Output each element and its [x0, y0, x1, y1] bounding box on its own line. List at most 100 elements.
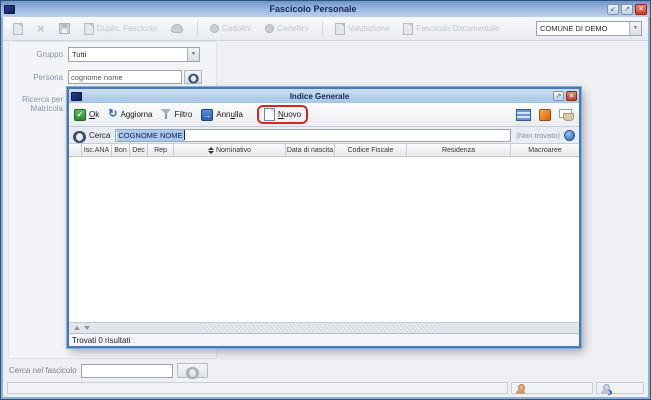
aggiorna-button[interactable]: ↻ Aggiorna: [108, 109, 152, 120]
delete-button[interactable]: ×: [37, 22, 45, 35]
dialog-window-controls: ↗ ×: [553, 91, 577, 101]
scrollbar-track[interactable]: [203, 325, 440, 332]
cerca-input[interactable]: COGNOME NOME: [115, 128, 512, 142]
persona-label: Persona: [33, 73, 63, 82]
new-document-icon: [263, 108, 275, 121]
horizontal-scrollbar: [69, 322, 579, 333]
persona-search-button[interactable]: [184, 70, 202, 84]
text-caret: [183, 130, 185, 140]
cartellini-button[interactable]: Cartellini: [264, 24, 309, 33]
toolbar-separator: [197, 21, 199, 36]
dialog-titlebar: Indice Generale ↗ ×: [69, 89, 579, 103]
fascicolo-documentale-button[interactable]: Fascicolo Documentale: [403, 22, 500, 35]
ente-combobox[interactable]: COMUNE DI DEMO ▼: [536, 21, 642, 36]
column-header-data-di-nascita[interactable]: Data di nascita: [286, 144, 335, 156]
duplica-fascicolo-label: Duplic. Fascicolo: [96, 24, 158, 33]
main-titlebar: Fascicolo Personale ↙ ↗ ×: [1, 1, 650, 17]
minimize-icon[interactable]: ↙: [607, 3, 619, 15]
column-header-rep[interactable]: Rep: [148, 144, 174, 156]
arrow-icon: →: [201, 108, 214, 121]
hand-card-icon[interactable]: [559, 108, 574, 121]
cerca-nel-fascicolo-button[interactable]: [176, 363, 208, 379]
column-header-codice-fiscale[interactable]: Codice Fiscale: [335, 144, 407, 156]
duplica-fascicolo-button[interactable]: Duplic. Fascicolo: [83, 22, 158, 35]
cerca-nel-fascicolo-input[interactable]: [80, 363, 173, 378]
check-icon: ✓: [74, 108, 86, 121]
toolbar-separator: [322, 21, 324, 36]
refresh-icon: ↻: [108, 108, 118, 120]
restore-icon[interactable]: ↗: [621, 3, 633, 15]
status-badge: [607, 389, 612, 395]
column-header-nominativo[interactable]: Nominativo: [174, 144, 286, 156]
restore-icon[interactable]: ↗: [553, 91, 564, 101]
save-button[interactable]: [58, 23, 70, 34]
column-header-blank[interactable]: [69, 144, 82, 156]
nuovo-button[interactable]: Nuovo: [256, 105, 309, 124]
ente-combobox-value: COMUNE DI DEMO: [540, 24, 608, 33]
scroll-down-icon[interactable]: [84, 326, 90, 330]
results-count-text: Trovati 0 risultati: [72, 335, 131, 345]
scroll-up-icon[interactable]: [74, 326, 80, 330]
user-icon: [516, 383, 525, 394]
gruppo-combobox[interactable]: Tutti ▼: [68, 47, 200, 62]
valutazione-button[interactable]: Valutazione: [335, 22, 390, 35]
valutazione-icon: [335, 22, 346, 35]
footer-search-row: Cerca nel fascicolo: [9, 363, 208, 379]
persona-input[interactable]: [68, 70, 182, 84]
cedolini-button[interactable]: Cedolini: [210, 24, 251, 33]
new-fascicolo-button[interactable]: [13, 22, 23, 35]
not-found-status: (Non trovato): [516, 130, 560, 140]
stamp-button[interactable]: [171, 24, 184, 33]
main-window: Fascicolo Personale ↙ ↗ × × Duplic. Fasc…: [0, 0, 651, 400]
close-icon[interactable]: ×: [635, 3, 647, 15]
cartellini-label: Cartellini: [276, 24, 309, 33]
sort-icon: [207, 146, 214, 154]
annulla-button[interactable]: → Annulla: [201, 108, 243, 121]
fascicolo-documentale-icon: [403, 22, 414, 35]
ok-button[interactable]: ✓ Ok: [74, 108, 99, 121]
chevron-down-icon[interactable]: ▼: [629, 22, 641, 35]
grid-view-icon[interactable]: [516, 108, 531, 121]
column-header-dec[interactable]: Dec: [130, 144, 148, 156]
cerca-input-selected-text: COGNOME NOME: [117, 129, 184, 141]
app-icon: [4, 4, 15, 14]
binoculars-icon: [187, 73, 199, 84]
gruppo-label: Gruppo: [36, 50, 63, 59]
dialog-statusbar: Trovati 0 risultati: [69, 333, 579, 346]
main-statusbar: [5, 381, 646, 395]
cedolini-icon: [210, 24, 220, 33]
filter-icon: [161, 109, 172, 120]
export-cube-icon[interactable]: [539, 108, 551, 121]
column-header-macroaree[interactable]: Macroaree: [511, 144, 579, 156]
cedolini-label: Cedolini: [222, 24, 251, 33]
chevron-down-icon[interactable]: ▼: [187, 48, 199, 61]
duplicate-icon: [83, 22, 94, 35]
stamp-icon: [171, 24, 184, 33]
column-header-residenza[interactable]: Residenza: [407, 144, 511, 156]
column-header-isc-ana[interactable]: Isc.ANA: [82, 144, 112, 156]
gruppo-combobox-value: Tutti: [72, 50, 87, 59]
dialog-title: Indice Generale: [289, 91, 350, 101]
close-icon[interactable]: ×: [566, 91, 577, 101]
statusbar-segment-user: [511, 382, 593, 394]
document-icon: [13, 22, 23, 35]
dialog-search-row: Cerca COGNOME NOME (Non trovato): [69, 127, 579, 144]
save-icon: [58, 23, 70, 34]
main-toolbar: × Duplic. Fascicolo Cedolini Cartellini …: [3, 17, 648, 41]
fascicolo-documentale-label: Fascicolo Documentale: [416, 24, 500, 33]
client-area: × Duplic. Fascicolo Cedolini Cartellini …: [1, 17, 650, 399]
filtro-button[interactable]: Filtro: [161, 109, 192, 120]
binoculars-icon: [185, 366, 199, 379]
window-title: Fascicolo Personale: [269, 4, 357, 14]
persona-row: Persona: [9, 70, 216, 84]
gruppo-row: Gruppo Tutti ▼: [9, 47, 216, 62]
search-go-icon[interactable]: [564, 129, 575, 141]
table-header: Isc.ANA Bon Dec Rep Nominativo Data di n…: [69, 144, 579, 157]
dialog-app-icon: [71, 91, 82, 101]
cerca-label: Cerca: [89, 130, 111, 140]
indice-generale-dialog: Indice Generale ↗ × ✓ Ok ↻ Aggiorna Filt…: [67, 87, 581, 348]
screenshot-root: { "icons": { "minimize": "↙", "restore":…: [0, 0, 651, 400]
valutazione-label: Valutazione: [348, 24, 390, 33]
binoculars-icon: [73, 131, 86, 143]
column-header-bon[interactable]: Bon: [112, 144, 130, 156]
